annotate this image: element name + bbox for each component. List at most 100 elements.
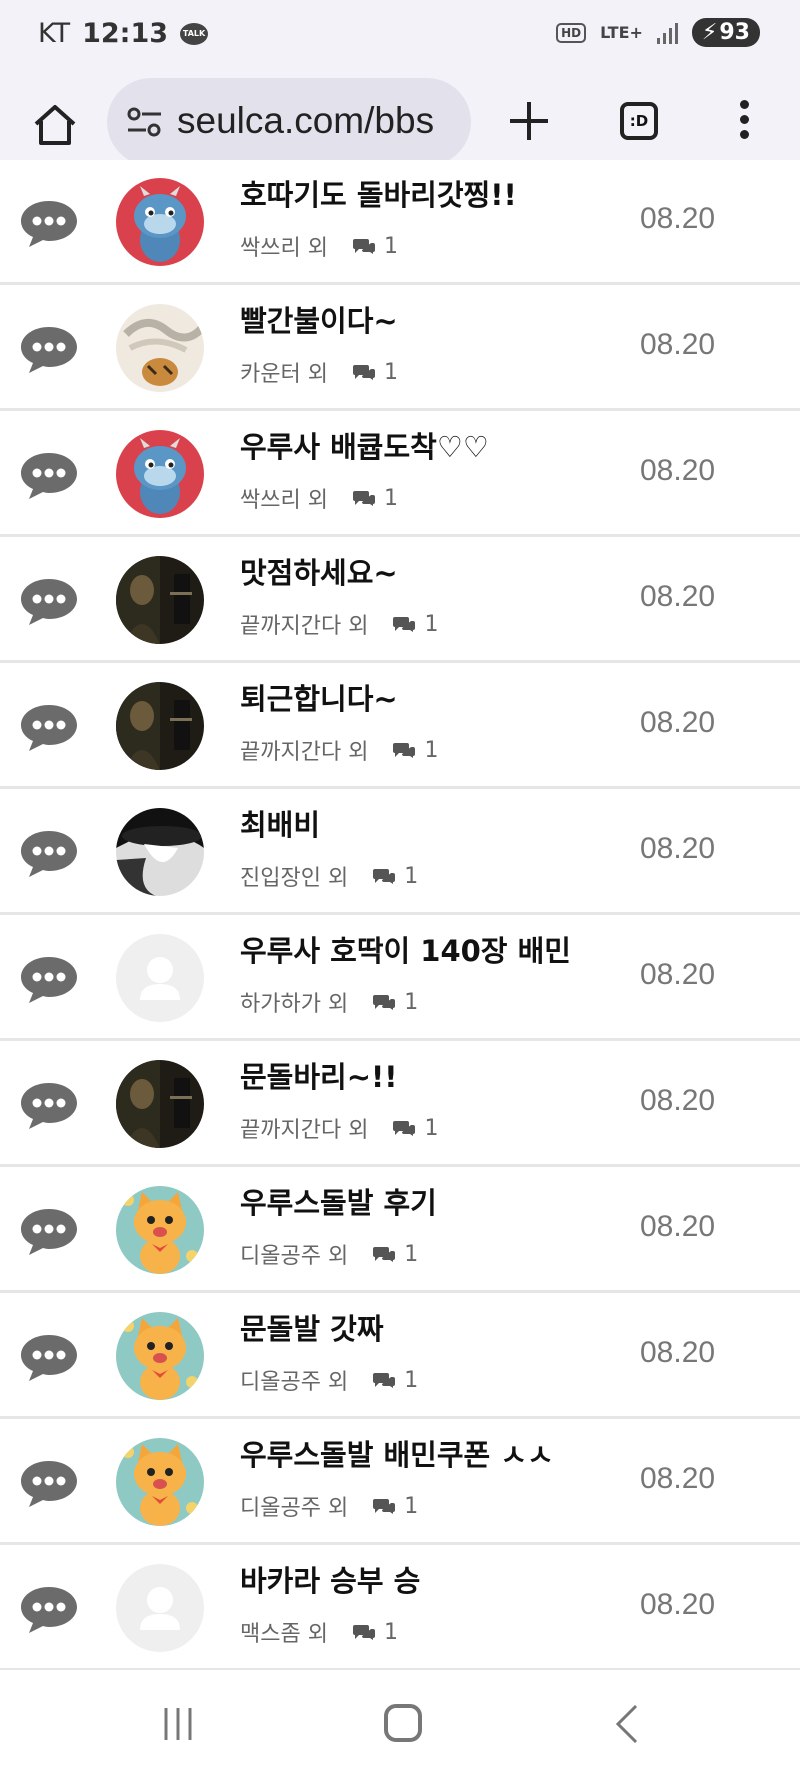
post-row[interactable]: 맛점하세요~ 끝까지간다 외 1 08.20 — [0, 538, 800, 663]
tab-switcher-button[interactable]: :D — [620, 102, 658, 140]
chat-bubble-icon — [21, 201, 77, 247]
comments-icon — [393, 743, 416, 758]
post-date: 08.20 — [640, 328, 716, 361]
url-text[interactable]: seulca.com/bbs — [177, 100, 434, 142]
post-row[interactable]: 문돌발 갓짜 디올공주 외 1 08.20 — [0, 1294, 800, 1419]
post-author: 디올공주 외 — [240, 1370, 349, 1395]
post-meta: 디올공주 외 1 — [240, 1238, 418, 1270]
comment-count: 1 — [404, 863, 419, 889]
post-title[interactable]: 우루스돌발 후기 — [240, 1180, 437, 1222]
post-meta: 맥스좀 외 1 — [240, 1616, 398, 1648]
chat-bubble-icon — [21, 1083, 77, 1129]
author-avatar[interactable] — [116, 304, 204, 392]
post-row[interactable]: 우루스돌발 배민쿠폰 ㅅㅅ 디올공주 외 1 08.20 — [0, 1420, 800, 1545]
network-type-icon: LTE+ — [600, 22, 643, 42]
post-title[interactable]: 우루사 배큡도착♡♡ — [240, 424, 489, 466]
post-author: 끝까지간다 외 — [240, 614, 369, 639]
more-options-icon[interactable] — [738, 100, 750, 142]
battery-bolt-icon: ⚡ — [701, 20, 718, 45]
post-row[interactable]: 빨간불이다~ 카운터 외 1 08.20 — [0, 286, 800, 411]
home-nav-icon[interactable] — [384, 1704, 422, 1742]
post-title[interactable]: 맛점하세요~ — [240, 550, 398, 592]
post-row[interactable]: 우루스돌발 후기 디올공주 외 1 08.20 — [0, 1168, 800, 1293]
recent-apps-icon[interactable] — [160, 1704, 196, 1744]
post-author: 끝까지간다 외 — [240, 1118, 369, 1143]
chat-bubble-icon — [21, 327, 77, 373]
chat-bubble-icon — [21, 1209, 77, 1255]
post-row[interactable]: 최배비 진입장인 외 1 08.20 — [0, 790, 800, 915]
site-settings-icon[interactable] — [125, 106, 165, 138]
author-avatar[interactable] — [116, 178, 204, 266]
post-title[interactable]: 최배비 — [240, 802, 320, 844]
post-meta: 디올공주 외 1 — [240, 1490, 418, 1522]
post-row[interactable]: 우루사 호딱이 140장 배민 하가하가 외 1 08.20 — [0, 916, 800, 1041]
battery-level: 93 — [719, 20, 750, 45]
chat-bubble-icon — [21, 831, 77, 877]
carrier-label: KT — [38, 18, 71, 49]
comment-count: 1 — [424, 737, 439, 763]
post-title[interactable]: 문돌발 갓짜 — [240, 1306, 384, 1348]
comment-count: 1 — [383, 485, 398, 511]
post-row[interactable]: 문돌바리~!! 끝까지간다 외 1 08.20 — [0, 1042, 800, 1167]
chat-bubble-icon — [21, 1587, 77, 1633]
chat-bubble-icon — [21, 1461, 77, 1507]
post-title[interactable]: 빨간불이다~ — [240, 298, 398, 340]
tab-switcher-label: :D — [629, 112, 649, 130]
post-meta: 싹쓰리 외 1 — [240, 482, 398, 514]
post-author: 카운터 외 — [240, 362, 328, 387]
author-avatar[interactable] — [116, 430, 204, 518]
chat-bubble-icon — [21, 1335, 77, 1381]
back-icon[interactable] — [612, 1702, 642, 1746]
post-meta: 하가하가 외 1 — [240, 986, 418, 1018]
author-avatar[interactable] — [116, 682, 204, 770]
author-avatar[interactable] — [116, 556, 204, 644]
comment-count: 1 — [424, 611, 439, 637]
post-title[interactable]: 문돌바리~!! — [240, 1054, 397, 1096]
post-title[interactable]: 퇴근합니다~ — [240, 676, 398, 718]
post-date: 08.20 — [640, 580, 716, 613]
post-author: 싹쓰리 외 — [240, 236, 328, 261]
comments-icon — [352, 1625, 375, 1640]
post-date: 08.20 — [640, 1462, 716, 1495]
post-title[interactable]: 바카라 승부 승 — [240, 1558, 420, 1600]
author-avatar[interactable] — [116, 1312, 204, 1400]
post-author: 디올공주 외 — [240, 1496, 349, 1521]
author-avatar[interactable] — [116, 1564, 204, 1652]
post-title[interactable]: 우루스돌발 배민쿠폰 ㅅㅅ — [240, 1432, 554, 1474]
clock: 12:13 — [82, 18, 169, 49]
post-meta: 디올공주 외 1 — [240, 1364, 418, 1396]
post-author: 끝까지간다 외 — [240, 740, 369, 765]
address-bar[interactable]: seulca.com/bbs — [107, 78, 471, 166]
comments-icon — [393, 1121, 416, 1136]
post-row[interactable]: 호따기도 돌바리갓찡!! 싹쓰리 외 1 08.20 — [0, 160, 800, 285]
post-meta: 끝까지간다 외 1 — [240, 608, 438, 640]
chat-bubble-icon — [21, 579, 77, 625]
comments-icon — [352, 491, 375, 506]
post-title[interactable]: 우루사 호딱이 140장 배민 — [240, 928, 571, 970]
home-icon[interactable] — [30, 100, 80, 150]
post-meta: 싹쓰리 외 1 — [240, 230, 398, 262]
author-avatar[interactable] — [116, 1186, 204, 1274]
comment-count: 1 — [404, 1241, 419, 1267]
comments-icon — [373, 1373, 396, 1388]
post-row[interactable]: 바카라 승부 승 맥스좀 외 1 08.20 — [0, 1546, 800, 1671]
post-title[interactable]: 호따기도 돌바리갓찡!! — [240, 172, 517, 214]
comment-count: 1 — [383, 1619, 398, 1645]
post-row[interactable]: 퇴근합니다~ 끝까지간다 외 1 08.20 — [0, 664, 800, 789]
comment-count: 1 — [404, 989, 419, 1015]
post-date: 08.20 — [640, 706, 716, 739]
system-nav-bar — [0, 1670, 800, 1778]
comments-icon — [373, 1499, 396, 1514]
author-avatar[interactable] — [116, 1438, 204, 1526]
post-row[interactable]: 우루사 배큡도착♡♡ 싹쓰리 외 1 08.20 — [0, 412, 800, 537]
post-meta: 진입장인 외 1 — [240, 860, 418, 892]
comments-icon — [352, 239, 375, 254]
comment-count: 1 — [404, 1493, 419, 1519]
author-avatar[interactable] — [116, 1060, 204, 1148]
new-tab-icon[interactable] — [506, 98, 552, 144]
author-avatar[interactable] — [116, 934, 204, 1022]
author-avatar[interactable] — [116, 808, 204, 896]
comment-count: 1 — [383, 359, 398, 385]
post-author: 디올공주 외 — [240, 1244, 349, 1269]
comments-icon — [373, 995, 396, 1010]
